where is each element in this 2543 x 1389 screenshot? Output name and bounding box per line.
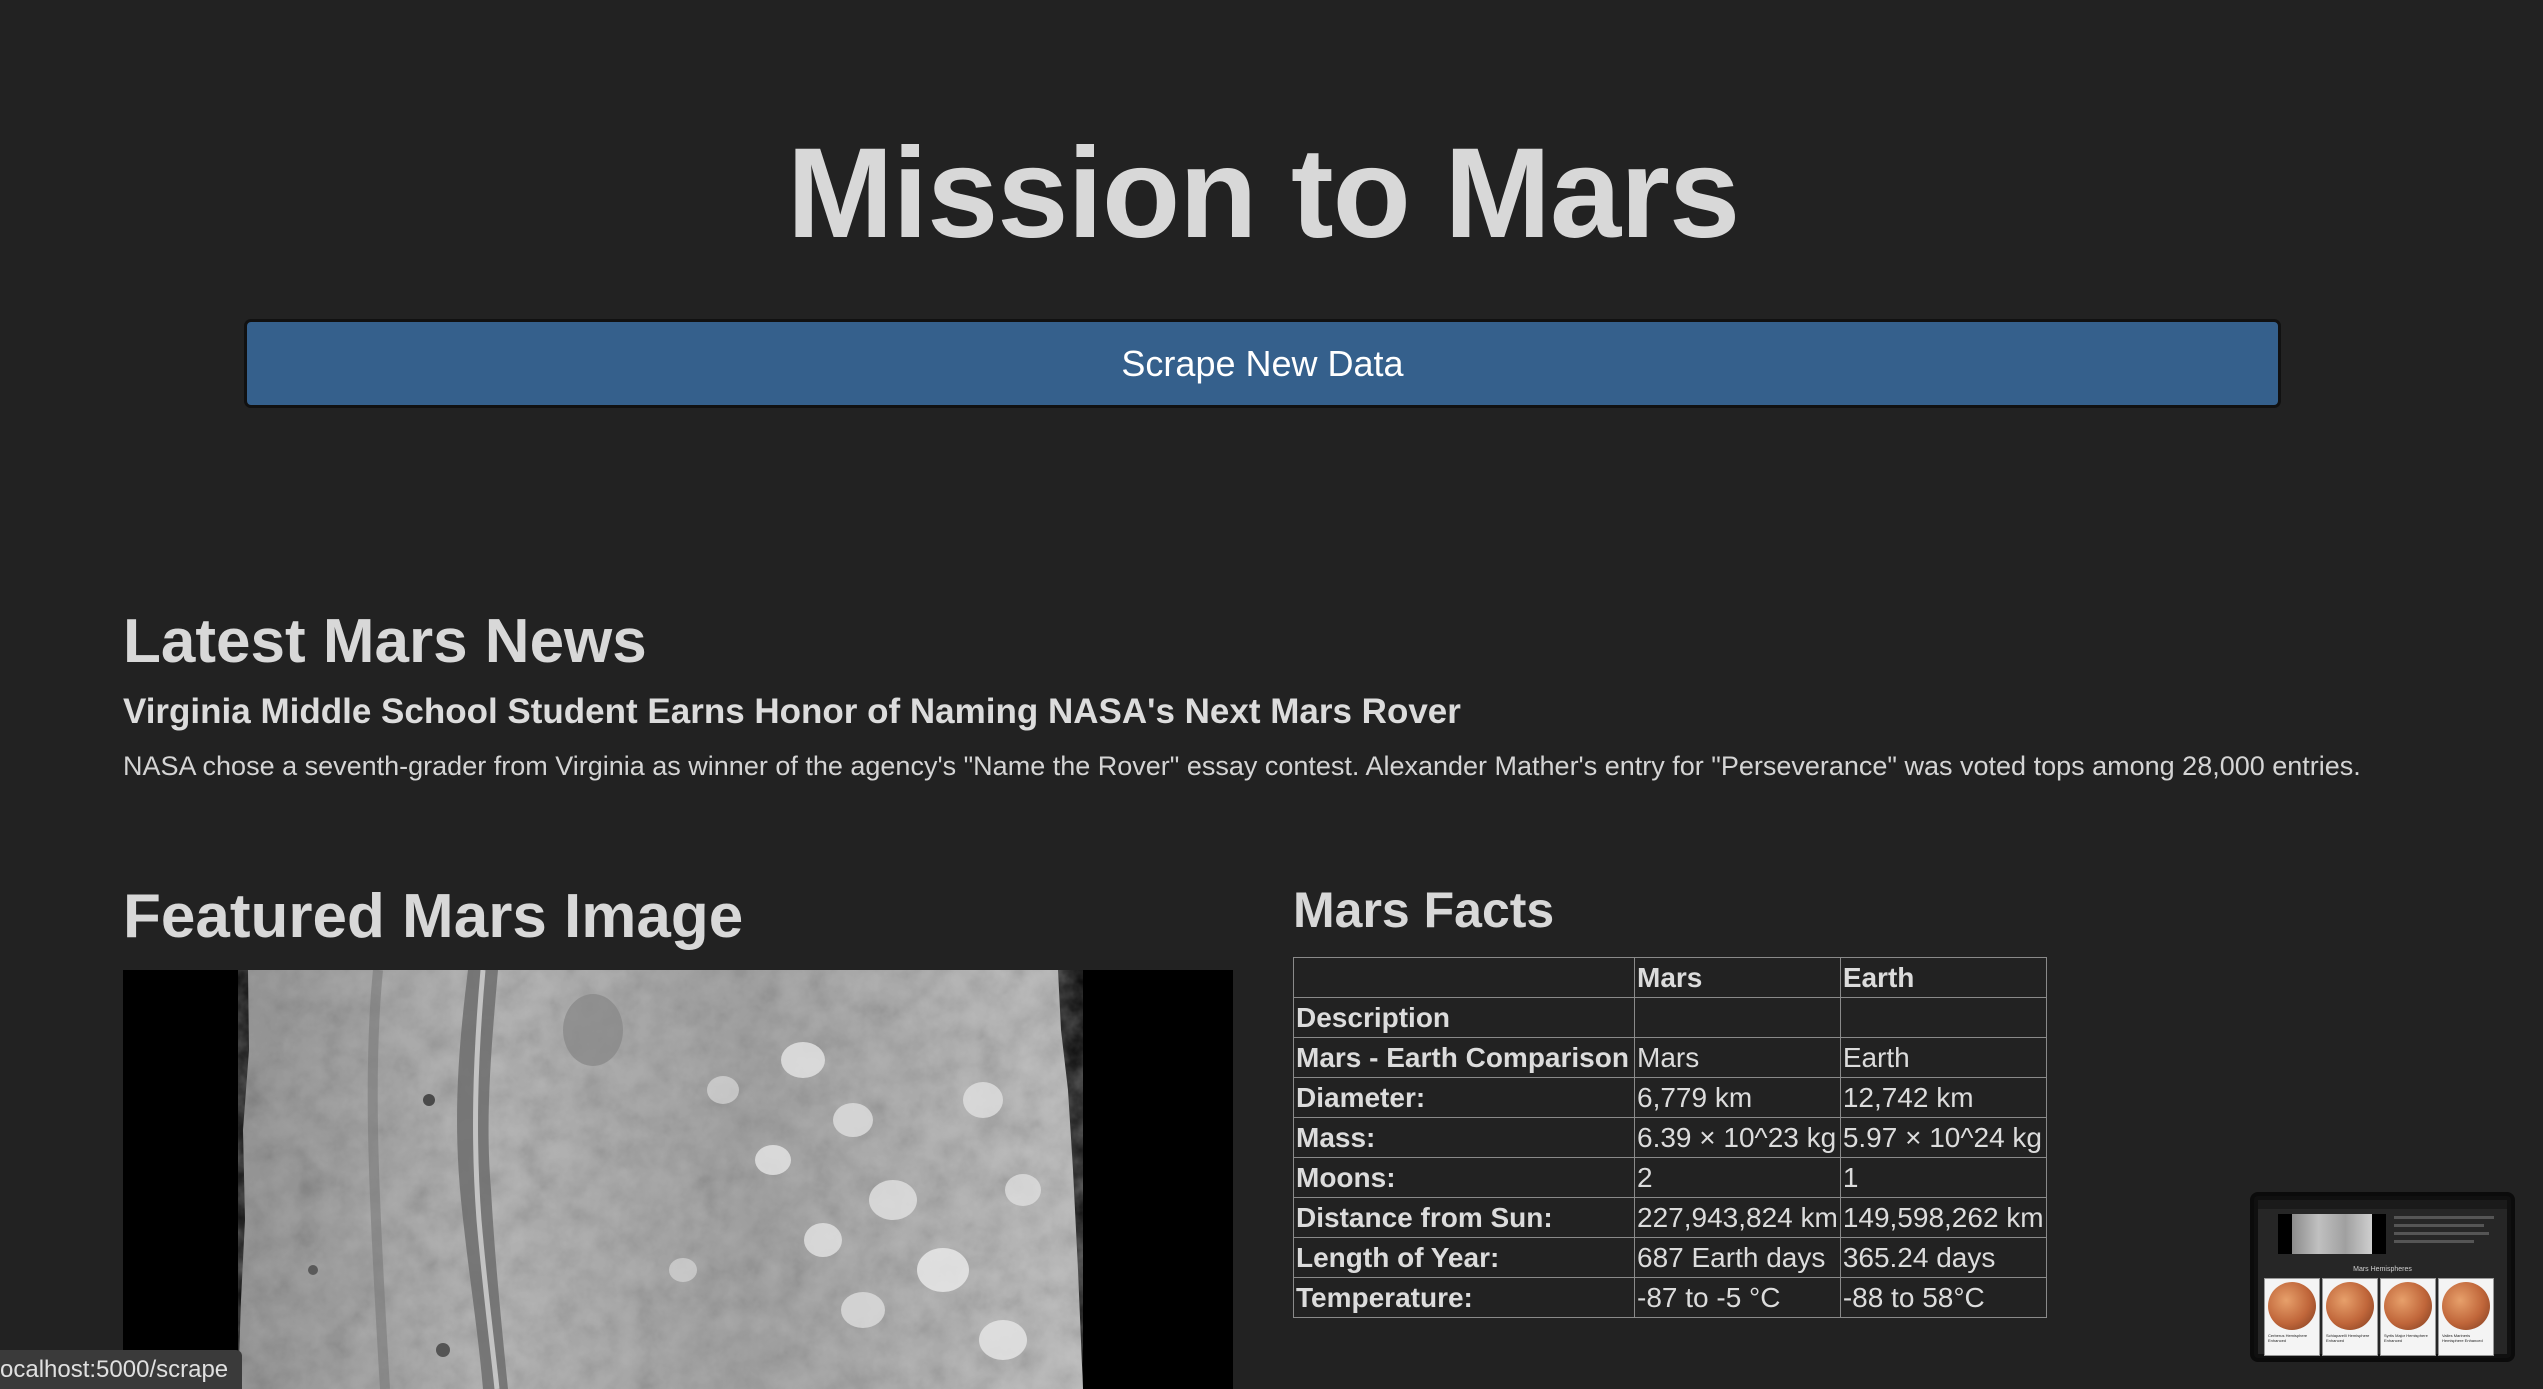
thumbnail-toolbar [2258, 1200, 2507, 1209]
row-header: Description [1293, 997, 1635, 1038]
table-row: Mass: 6.39 × 10^23 kg 5.97 × 10^24 kg [1293, 1117, 2047, 1158]
featured-mars-image[interactable] [123, 970, 1233, 1389]
table-row: Moons: 2 1 [1293, 1157, 2047, 1198]
column-header: Mars [1634, 957, 1841, 998]
table-cell: 12,742 km [1839, 1077, 2047, 1118]
table-cell: 227,943,824 km [1634, 1197, 1841, 1238]
table-cell: -88 to 58°C [1839, 1277, 2047, 1318]
table-header-row: Mars Earth [1293, 957, 2047, 998]
planet-icon [2268, 1282, 2316, 1330]
thumbnail-image [2278, 1214, 2386, 1254]
table-row: Diameter: 6,779 km 12,742 km [1293, 1077, 2047, 1118]
planet-icon [2326, 1282, 2374, 1330]
thumbnail-hemisphere-card: Syrtis Major Hemisphere Enhanced [2380, 1278, 2436, 1356]
row-header: Mass: [1293, 1117, 1635, 1158]
mars-surface-image [123, 970, 1233, 1389]
news-paragraph: NASA chose a seventh-grader from Virgini… [123, 751, 2361, 781]
row-header: Distance from Sun: [1293, 1197, 1635, 1238]
row-header: Mars - Earth Comparison [1293, 1037, 1635, 1078]
table-cell: 687 Earth days [1634, 1237, 1841, 1278]
featured-image-heading: Featured Mars Image [123, 882, 744, 951]
link-status-bar: ocalhost:5000/scrape [0, 1350, 243, 1389]
table-cell: Mars [1634, 1037, 1841, 1078]
table-row: Temperature: -87 to -5 °C -88 to 58°C [1293, 1277, 2047, 1318]
table-cell: Earth [1839, 1037, 2047, 1078]
row-header: Moons: [1293, 1157, 1635, 1198]
latest-news-heading: Latest Mars News [123, 607, 647, 676]
table-cell [1634, 997, 1841, 1038]
thumbnail-page: Mars Hemispheres Cerberus Hemisphere Enh… [2258, 1200, 2507, 1356]
table-cell: -87 to -5 °C [1634, 1277, 1841, 1318]
column-header [1293, 957, 1635, 998]
card-caption: Cerberus Hemisphere Enhanced [2268, 1333, 2308, 1343]
column-header: Earth [1839, 957, 2047, 998]
thumbnail-hemisphere-card: Schiaparelli Hemisphere Enhanced [2322, 1278, 2378, 1356]
planet-icon [2384, 1282, 2432, 1330]
table-row: Length of Year: 687 Earth days 365.24 da… [1293, 1237, 2047, 1278]
screenshot-preview-thumbnail[interactable]: Mars Hemispheres Cerberus Hemisphere Enh… [2250, 1192, 2515, 1362]
table-row: Mars - Earth Comparison Mars Earth [1293, 1037, 2047, 1078]
thumbnail-hemisphere-card: Cerberus Hemisphere Enhanced [2264, 1278, 2320, 1356]
row-header: Length of Year: [1293, 1237, 1635, 1278]
row-header: Diameter: [1293, 1077, 1635, 1118]
table-cell: 365.24 days [1839, 1237, 2047, 1278]
scrape-new-data-button[interactable]: Scrape New Data [244, 319, 2281, 408]
table-row: Distance from Sun: 227,943,824 km 149,59… [1293, 1197, 2047, 1238]
card-caption: Valles Marineris Hemisphere Enhanced [2442, 1333, 2483, 1343]
card-caption: Syrtis Major Hemisphere Enhanced [2384, 1333, 2428, 1343]
table-cell: 2 [1634, 1157, 1841, 1198]
table-cell: 6.39 × 10^23 kg [1634, 1117, 1841, 1158]
table-cell: 1 [1839, 1157, 2047, 1198]
table-cell [1839, 997, 2047, 1038]
news-title: Virginia Middle School Student Earns Hon… [123, 692, 1461, 731]
page: Mission to Mars Scrape New Data Latest M… [0, 0, 2543, 1389]
table-row: Description [1293, 997, 2047, 1038]
card-caption: Schiaparelli Hemisphere Enhanced [2326, 1333, 2370, 1343]
page-title: Mission to Mars [786, 122, 1740, 265]
thumbnail-hemispheres-label: Mars Hemispheres [2353, 1266, 2412, 1273]
thumbnail-hemisphere-card: Valles Marineris Hemisphere Enhanced [2438, 1278, 2494, 1356]
row-header: Temperature: [1293, 1277, 1635, 1318]
table-cell: 5.97 × 10^24 kg [1839, 1117, 2047, 1158]
mars-facts-table: Mars Earth Description Mars - Earth Comp… [1293, 957, 2047, 1318]
mars-facts-heading: Mars Facts [1293, 882, 1555, 938]
table-cell: 149,598,262 km [1839, 1197, 2047, 1238]
table-cell: 6,779 km [1634, 1077, 1841, 1118]
planet-icon [2442, 1282, 2490, 1330]
